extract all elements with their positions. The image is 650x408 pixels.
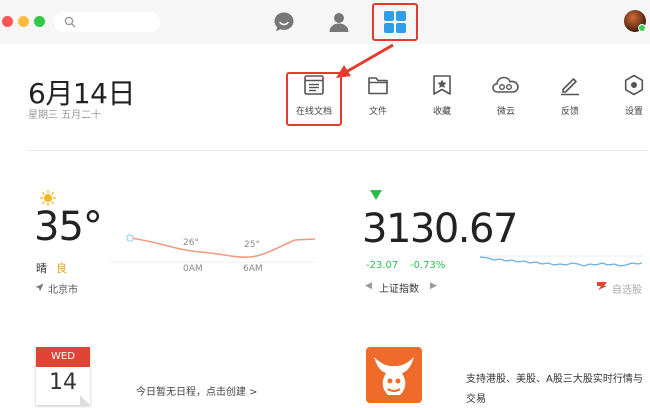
folder-icon [368, 77, 388, 95]
location-arrow-icon [35, 283, 44, 292]
stock-index-value: 3130.67 [362, 206, 518, 252]
temperature-curve [110, 234, 315, 263]
previous-index-arrow[interactable]: ◀ [365, 281, 372, 291]
stock-change-percent: -0.73% [410, 260, 446, 271]
date-subtitle: 星期三 五月二十 [28, 110, 102, 121]
title-bar [0, 0, 650, 44]
doc-icon [304, 75, 324, 95]
toolbar-label: 设置 [624, 107, 643, 117]
toolbar-item-settings[interactable]: 设置 [611, 74, 650, 117]
zoom-window-button[interactable] [34, 16, 45, 27]
online-status-dot [638, 24, 646, 32]
bull-logo-icon[interactable] [366, 347, 422, 403]
chat-bubble-icon[interactable] [272, 10, 296, 34]
forecast-temp: 26° [183, 238, 199, 248]
watchlist-link[interactable]: 自选股 [612, 281, 642, 296]
toolbar-item-files[interactable]: 文件 [355, 74, 401, 117]
page-fold [80, 395, 90, 405]
stock-change: -23.07 [366, 260, 399, 271]
toolbar-label: 收藏 [432, 107, 451, 117]
search-input[interactable] [54, 12, 160, 32]
toolbar-item-online-doc[interactable]: 在线文档 [291, 74, 337, 117]
down-triangle-icon [370, 190, 382, 200]
forecast-time: 0AM [183, 264, 203, 274]
calendar-weekday: WED [36, 347, 90, 367]
toolbar-label: 在线文档 [295, 107, 332, 117]
pencil-icon [561, 78, 579, 96]
stock-trading-promo[interactable]: 支持港股、美股、A股三大股实时行情与交易 [466, 370, 646, 408]
close-window-button[interactable] [2, 16, 13, 27]
watchlist-icon [597, 282, 607, 290]
toolbar-label: 文件 [368, 107, 387, 117]
create-schedule-link[interactable]: 今日暂无日程，点击创建 > [136, 383, 258, 398]
stock-index-name: 上证指数 [379, 284, 419, 295]
stock-sparkline [480, 255, 642, 267]
toolbar-item-feedback[interactable]: 反馈 [547, 74, 593, 117]
contacts-icon[interactable] [327, 10, 351, 34]
search-icon [64, 16, 76, 28]
next-index-arrow[interactable]: ▶ [430, 281, 437, 291]
hexagon-gear-icon [624, 74, 644, 96]
divider [28, 150, 648, 151]
weather-condition: 晴 [36, 262, 47, 275]
minimize-window-button[interactable] [18, 16, 29, 27]
toolbar-label: 微云 [496, 107, 515, 117]
toolbar-label: 反馈 [560, 107, 579, 117]
apps-grid-icon[interactable] [383, 10, 407, 34]
forecast-temp: 25° [244, 240, 260, 250]
forecast-time: 6AM [243, 264, 263, 274]
cloud-icon [492, 76, 519, 93]
bookmark-star-icon [433, 75, 451, 95]
calendar-icon[interactable]: WED 14 [36, 347, 90, 405]
weather-city[interactable]: 北京市 [48, 281, 78, 296]
air-quality: 良 [56, 262, 67, 275]
current-temperature: 35° [34, 204, 103, 250]
toolbar-item-weiyun[interactable]: 微云 [483, 74, 529, 117]
toolbar-item-favorites[interactable]: 收藏 [419, 74, 465, 117]
